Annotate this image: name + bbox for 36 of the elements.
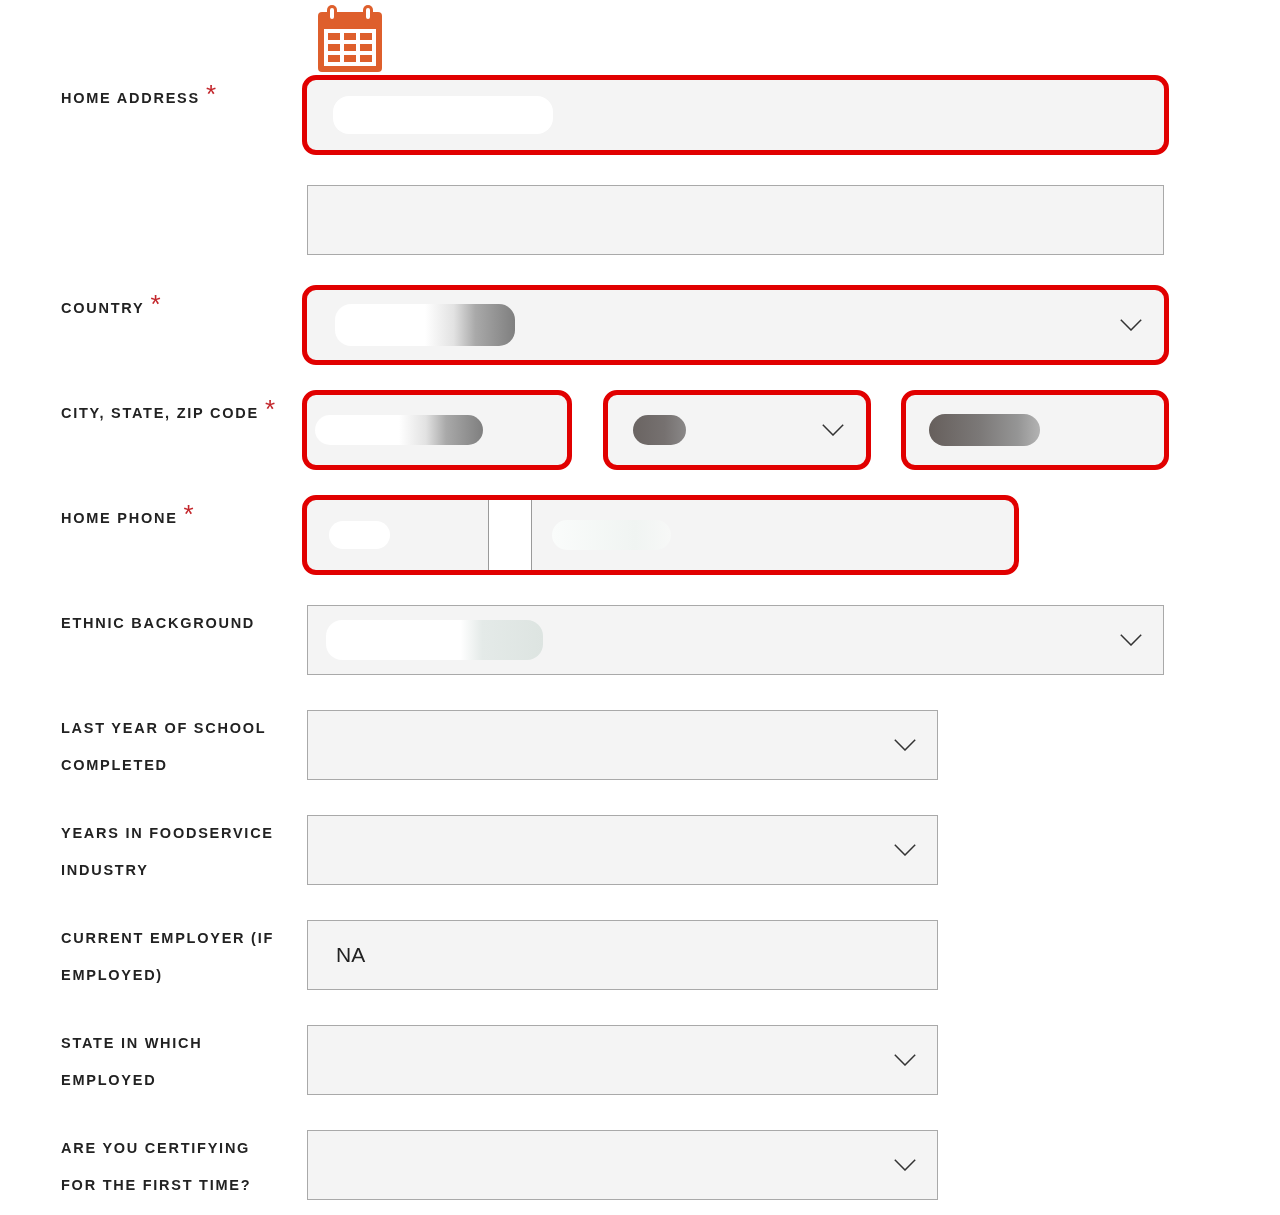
- required-asterisk: *: [205, 79, 216, 109]
- select-field[interactable]: [302, 285, 1169, 365]
- chevron-down-icon: [1120, 319, 1142, 331]
- field-label: CITY, STATE, ZIP CODE: [61, 405, 259, 421]
- field-label: ETHNIC BACKGROUND: [61, 615, 256, 631]
- field-label: HOME ADDRESS: [61, 90, 200, 106]
- field-label: COUNTRY: [61, 300, 145, 316]
- text-field[interactable]: [302, 75, 1169, 155]
- chevron-down-icon: [894, 844, 916, 856]
- field-label: HOME PHONE: [61, 510, 178, 526]
- field-label: LAST YEAR OF SCHOOL COMPLETED: [61, 720, 267, 773]
- chevron-down-icon: [821, 424, 844, 436]
- select-field[interactable]: [602, 390, 871, 470]
- select-field[interactable]: [307, 1130, 938, 1200]
- required-asterisk: *: [150, 289, 161, 319]
- select-field[interactable]: [307, 1025, 938, 1095]
- text-field[interactable]: NA: [307, 920, 938, 990]
- select-field[interactable]: [307, 605, 1164, 675]
- chevron-down-icon: [1120, 634, 1142, 646]
- required-asterisk: *: [183, 499, 194, 529]
- field-label: STATE IN WHICH EMPLOYED: [61, 1035, 203, 1088]
- field-label: CURRENT EMPLOYER (IF EMPLOYED): [61, 930, 275, 983]
- chevron-down-icon: [894, 1054, 916, 1066]
- calendar-icon[interactable]: [316, 4, 384, 73]
- text-field[interactable]: [307, 185, 1164, 255]
- text-field[interactable]: [901, 390, 1169, 470]
- phone-field[interactable]: [302, 495, 1019, 575]
- field-label: YEARS IN FOODSERVICE INDUSTRY: [61, 825, 274, 878]
- select-field[interactable]: [307, 815, 938, 885]
- text-field[interactable]: [302, 390, 572, 470]
- chevron-down-icon: [894, 1159, 916, 1171]
- select-field[interactable]: [307, 710, 938, 780]
- chevron-down-icon: [894, 739, 916, 751]
- required-asterisk: *: [264, 394, 275, 424]
- field-label: ARE YOU CERTIFYING FOR THE FIRST TIME?: [61, 1140, 252, 1193]
- phone-separator: [488, 500, 532, 570]
